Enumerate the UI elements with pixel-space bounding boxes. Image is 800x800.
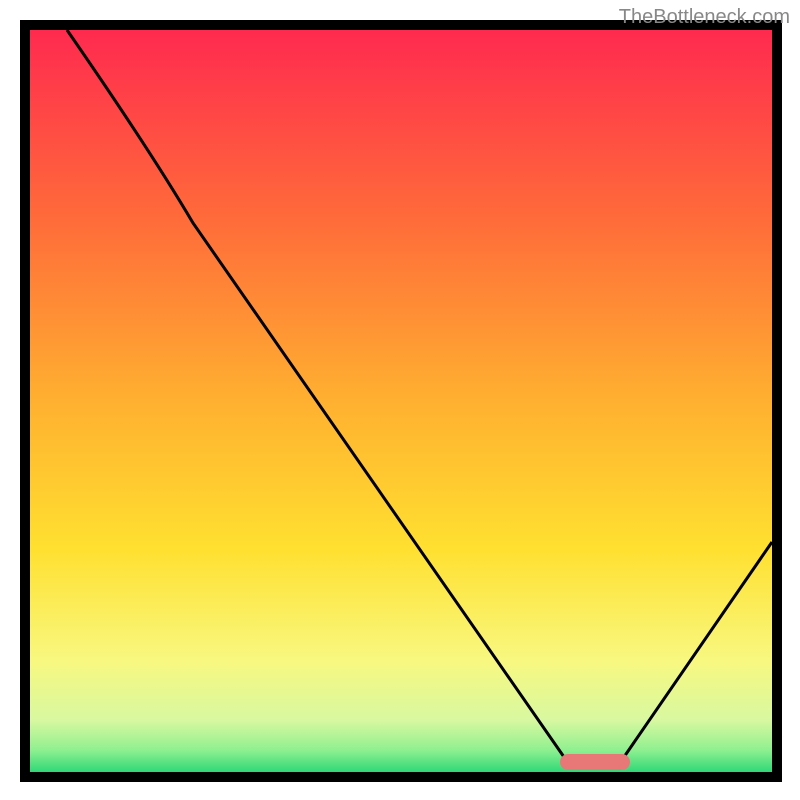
bottleneck-chart — [0, 0, 800, 800]
optimal-marker — [560, 754, 630, 770]
chart-container: { "watermark": "TheBottleneck.com", "cha… — [0, 0, 800, 800]
watermark-text: TheBottleneck.com — [619, 6, 790, 29]
